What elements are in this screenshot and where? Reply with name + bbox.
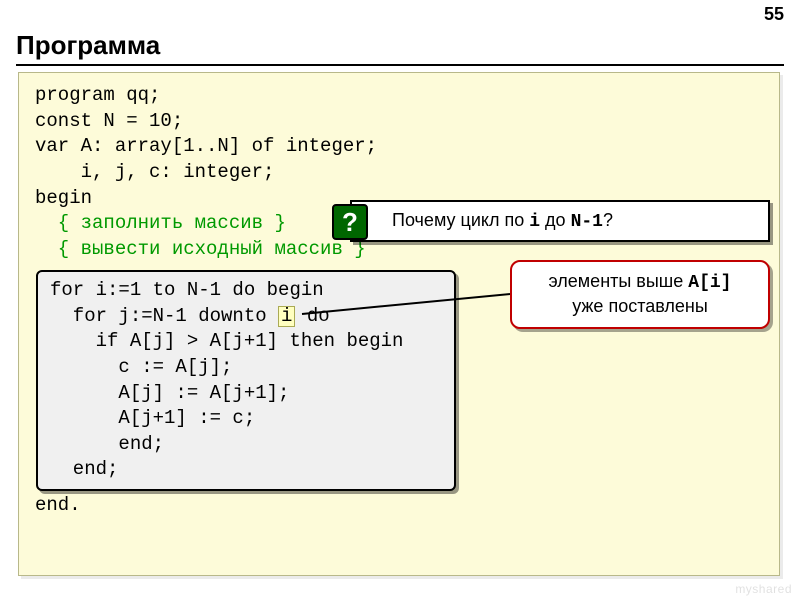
code-line: c := A[j]; xyxy=(50,356,232,378)
watermark: myshared xyxy=(735,582,792,596)
question-mark-icon: ? xyxy=(332,204,368,240)
page-number: 55 xyxy=(764,4,784,25)
slide-title: Программа xyxy=(16,30,160,61)
code-comment: { заполнить массив } xyxy=(35,212,286,234)
question-callout: ? Почему цикл по i до N-1? xyxy=(350,200,770,242)
answer-line1: элементы выше A[i] xyxy=(549,271,732,291)
code-line: for j:=N-1 downto i do xyxy=(50,305,330,327)
code-line: A[j] := A[j+1]; xyxy=(50,382,289,404)
code-line: i, j, c: integer; xyxy=(35,161,274,183)
code-line: end; xyxy=(50,433,164,455)
code-line: A[j+1] := c; xyxy=(50,407,255,429)
answer-line2: уже поставлены xyxy=(572,296,708,316)
title-underline xyxy=(16,64,784,66)
code-line: var A: array[1..N] of integer; xyxy=(35,135,377,157)
highlight-i: i xyxy=(278,306,295,327)
answer-callout: элементы выше A[i] уже поставлены xyxy=(510,260,770,329)
code-comment: { вывести исходный массив } xyxy=(35,238,366,260)
code-line: program qq; xyxy=(35,84,160,106)
code-line: end; xyxy=(50,458,118,480)
code-line: end. xyxy=(35,494,81,516)
question-text: Почему цикл по i до N-1? xyxy=(392,210,613,232)
code-line: for i:=1 to N-1 do begin xyxy=(50,279,324,301)
code-line: if A[j] > A[j+1] then begin xyxy=(50,330,403,352)
code-line: begin xyxy=(35,187,92,209)
code-line: const N = 10; xyxy=(35,110,183,132)
callout-arrow xyxy=(300,292,520,322)
